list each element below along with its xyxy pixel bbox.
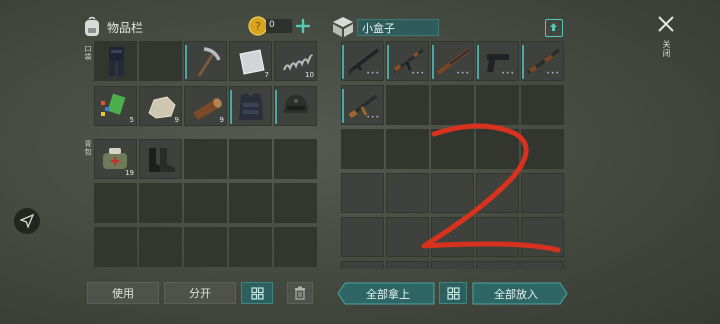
add-coins-button[interactable] [294, 17, 312, 35]
attachment-dots: ••• [366, 114, 380, 121]
box-slot[interactable] [386, 261, 429, 269]
bag-slot-boots[interactable] [139, 139, 182, 179]
close-label: 关闭 [662, 40, 671, 58]
box-slot[interactable] [431, 85, 474, 125]
box-slot[interactable] [341, 217, 384, 257]
bag-slot[interactable] [274, 183, 317, 223]
item-count: 5 [129, 116, 134, 124]
trash-icon [295, 286, 305, 300]
box-slot[interactable] [521, 261, 564, 269]
pocket-slot-metal-sheet[interactable]: 7 [229, 41, 272, 81]
put-all-label: 全部放入 [494, 288, 538, 301]
bag-slot[interactable] [184, 183, 227, 223]
close-button[interactable] [656, 14, 676, 34]
bag-slot[interactable] [229, 227, 272, 267]
attachment-dots: ••• [456, 70, 470, 77]
bag-slot[interactable] [139, 227, 182, 267]
box-slot[interactable] [476, 261, 519, 269]
pocket-slot-stone[interactable]: 9 [139, 86, 182, 126]
box-slot[interactable] [341, 261, 384, 269]
helmet-icon [284, 95, 308, 113]
item-count: 19 [125, 169, 134, 177]
attachment-dots: ••• [546, 70, 560, 77]
close-icon [658, 16, 674, 32]
item-count: 10 [305, 71, 314, 79]
bag-slot[interactable] [274, 139, 317, 179]
upload-icon [550, 23, 557, 31]
bag-slot[interactable] [139, 183, 182, 223]
bag-slot-medkit[interactable]: 19 [94, 139, 137, 179]
bag-slot[interactable] [274, 227, 317, 267]
box-slot[interactable] [341, 173, 384, 213]
bag-label: 背包 [84, 140, 92, 156]
box-slot[interactable] [386, 85, 429, 125]
box-slot-rifle[interactable]: ••• [341, 41, 384, 81]
pocket-slot[interactable] [139, 41, 182, 81]
attachment-dots: ••• [366, 70, 380, 77]
bag-slot[interactable] [229, 183, 272, 223]
box-slot-pump-shotgun[interactable]: ••• [521, 41, 564, 81]
inventory-title: 物品栏 [107, 21, 144, 35]
pocket-slot-helmet[interactable] [274, 86, 317, 126]
body-armor-icon [109, 47, 124, 76]
pickaxe-icon [197, 47, 221, 77]
item-count: 9 [174, 116, 179, 124]
coin-icon: ? [248, 16, 268, 36]
sort-grid-button[interactable] [241, 282, 273, 304]
backpack-icon [82, 16, 102, 38]
discard-button[interactable] [287, 282, 313, 304]
tactical-vest-icon [239, 93, 263, 120]
pocket-slot-body-armor[interactable] [94, 41, 137, 81]
box-sort-grid-button[interactable] [439, 282, 467, 304]
handwritten-2-annotation [421, 123, 561, 253]
box-slot[interactable] [521, 85, 564, 125]
box-slot-smg[interactable]: ••• [341, 85, 384, 125]
item-count: 9 [219, 116, 224, 124]
split-button[interactable]: 分开 [164, 282, 236, 304]
bag-slot[interactable] [94, 227, 137, 267]
bag-slot[interactable] [184, 227, 227, 267]
boots-icon [149, 148, 175, 172]
coin-count: 0 [269, 20, 275, 30]
paper-plane-icon [20, 214, 34, 228]
attachment-dots: ••• [501, 70, 515, 77]
pocket-label: 口袋 [84, 45, 92, 61]
share-button[interactable] [14, 208, 40, 234]
grid-icon [250, 286, 264, 300]
pocket-slot-tactical-vest[interactable] [229, 86, 272, 126]
bag-slot[interactable] [229, 139, 272, 179]
box-slot-pistol[interactable]: ••• [476, 41, 519, 81]
pocket-slot-spring[interactable]: 10 [274, 41, 317, 81]
box-slot-shotgun[interactable]: ••• [431, 41, 474, 81]
upload-button[interactable] [545, 19, 563, 37]
take-all-label: 全部拿上 [366, 288, 410, 301]
bag-slot[interactable] [184, 139, 227, 179]
pocket-slot-wood-log[interactable]: 9 [184, 86, 227, 126]
bag-slot[interactable] [94, 183, 137, 223]
pocket-slot-cards[interactable]: 5 [94, 86, 137, 126]
pocket-slot-pickaxe[interactable] [184, 41, 227, 81]
attachment-dots: ••• [411, 70, 425, 77]
svg-text:?: ? [255, 20, 261, 33]
box-title: 小盒子 [362, 22, 395, 35]
grid-icon [446, 286, 460, 300]
box-slot[interactable] [431, 261, 474, 269]
box-slot-ak-rifle[interactable]: ••• [386, 41, 429, 81]
box-icon [331, 15, 355, 39]
box-slot[interactable] [341, 129, 384, 169]
use-button[interactable]: 使用 [87, 282, 159, 304]
box-slot[interactable] [476, 85, 519, 125]
item-count: 7 [264, 71, 269, 79]
